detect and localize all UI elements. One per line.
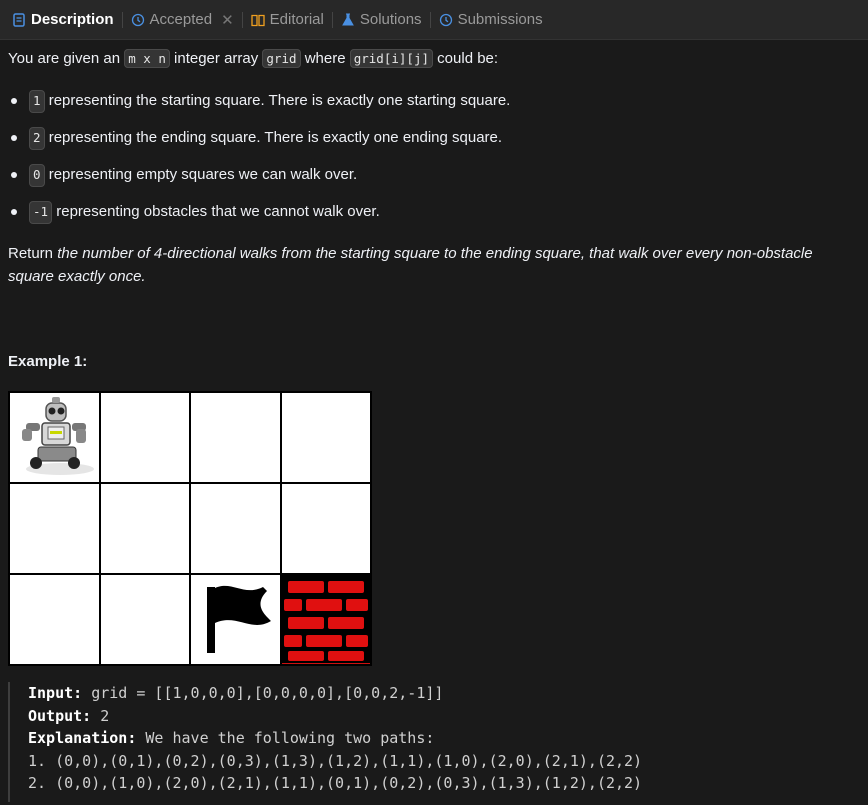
explanation-value: We have the following two paths:: [145, 729, 435, 747]
intro-text: integer array: [174, 50, 259, 67]
book-icon: [250, 14, 265, 26]
intro-text: could be:: [437, 50, 499, 67]
example-output: Output: 2: [28, 705, 848, 728]
list-item-text: representing the starting square. There …: [48, 92, 511, 110]
tab-submissions-label: Submissions: [457, 11, 543, 28]
grid-cell-end: [191, 575, 280, 664]
output-value: 2: [100, 706, 110, 725]
list-item: 2 representing the ending square. There …: [8, 127, 502, 150]
tab-editorial[interactable]: Editorial: [245, 0, 330, 40]
example-path-1: 1. (0,0),(0,1),(0,2),(0,3),(1,3),(1,2),(…: [28, 751, 643, 770]
description-icon: [13, 12, 25, 27]
grid-cell-obstacle: [281, 575, 370, 664]
inline-code: grid[i][j]: [349, 49, 433, 68]
tab-solutions[interactable]: Solutions: [335, 0, 428, 40]
list-item-text: representing obstacles that we cannot wa…: [56, 203, 380, 221]
example-block: Input: grid = [[1,0,0,0],[0,0,0,0],[0,0,…: [8, 682, 848, 802]
history-icon: [131, 13, 144, 26]
inline-code: -1: [29, 201, 53, 224]
grid-cell-empty: [281, 484, 370, 573]
tab-separator: [241, 11, 243, 28]
intro-text: where: [304, 50, 346, 67]
flag-icon: [207, 585, 271, 653]
inline-code: 1: [29, 90, 45, 113]
tab-separator: [429, 11, 431, 28]
tab-submissions[interactable]: Submissions: [433, 0, 549, 40]
bullet: [11, 135, 17, 142]
grid-cell-empty: [100, 575, 189, 664]
grid-cell-empty: [10, 484, 99, 573]
inline-code: m x n: [124, 49, 170, 68]
explanation-label: Explanation:: [28, 729, 137, 747]
example-heading: Example 1:: [8, 353, 88, 370]
tab-accepted[interactable]: Accepted ✕: [125, 0, 240, 40]
inline-code: 2: [29, 127, 45, 150]
return-text: Return: [8, 245, 54, 262]
close-icon[interactable]: ✕: [221, 11, 234, 29]
tab-description-label: Description: [31, 11, 114, 28]
grid-cell-empty: [100, 484, 189, 573]
robot-icon: [22, 397, 94, 475]
input-value: grid = [[1,0,0,0],[0,0,0,0],[0,0,2,-1]]: [91, 684, 444, 702]
bullet: [11, 172, 17, 179]
brick-wall-icon: [281, 575, 370, 663]
tab-separator: [331, 11, 333, 28]
inline-code: 0: [29, 164, 45, 187]
tab-accepted-label: Accepted: [149, 11, 213, 28]
list-item: -1 representing obstacles that we cannot…: [8, 201, 380, 224]
example-explanation: Explanation: We have the following two p…: [28, 727, 848, 750]
intro-paragraph: You are given an m x n integer array gri…: [8, 48, 498, 71]
tab-description[interactable]: Description: [6, 0, 120, 40]
list-item-text: representing empty squares we can walk o…: [48, 166, 358, 184]
flask-icon: [341, 13, 354, 25]
example-path-2: 2. (0,0),(1,0),(2,0),(2,1),(1,1),(0,1),(…: [28, 774, 643, 792]
list-item: 1 representing the starting square. Ther…: [8, 90, 510, 113]
tab-separator: [121, 11, 123, 28]
tab-solutions-label: Solutions: [359, 11, 422, 28]
tab-editorial-label: Editorial: [269, 11, 324, 28]
return-emphasis: the number of 4-directional walks from t…: [8, 245, 813, 285]
history-icon: [439, 13, 452, 26]
bullet: [11, 98, 17, 105]
return-paragraph: Return the number of 4-directional walks…: [8, 243, 848, 288]
grid-cell-empty: [281, 393, 370, 482]
tab-bar: Description Accepted ✕ Editorial Solutio…: [0, 0, 868, 40]
input-label: Input:: [28, 684, 83, 702]
grid-cell-empty: [191, 484, 280, 573]
output-label: Output:: [28, 706, 92, 725]
list-item-text: representing the ending square. There is…: [48, 129, 503, 147]
grid-cell-empty: [191, 393, 280, 482]
example-grid-image: [8, 391, 372, 666]
intro-text: You are given an: [8, 50, 121, 67]
grid-cell-empty: [100, 393, 189, 482]
bullet: [11, 209, 17, 216]
grid-cell-empty: [10, 575, 99, 664]
grid-cell-start: [10, 393, 99, 482]
example-input: Input: grid = [[1,0,0,0],[0,0,0,0],[0,0,…: [28, 682, 848, 705]
list-item: 0 representing empty squares we can walk…: [8, 164, 357, 187]
inline-code: grid: [262, 49, 301, 68]
